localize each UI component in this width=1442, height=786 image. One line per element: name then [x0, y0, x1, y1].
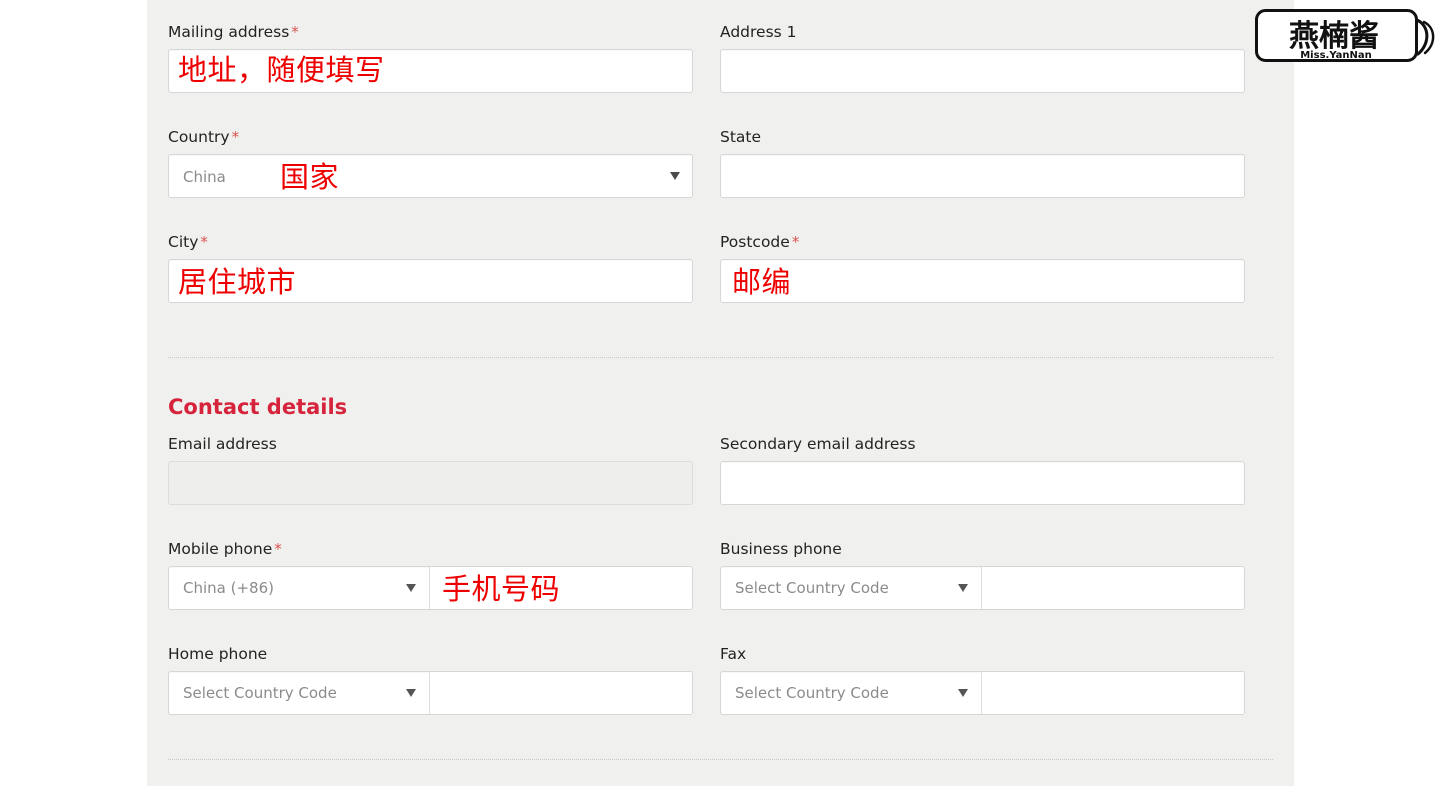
- phone-group-business: Select Country Code: [720, 566, 1245, 610]
- label-state: State: [720, 128, 762, 146]
- input-mailing-address[interactable]: [168, 49, 693, 93]
- form-content: Mailing address * 地址，随便填写 Address 1 Coun…: [168, 0, 1273, 760]
- label-text: City: [168, 233, 199, 251]
- input-business-phone-number[interactable]: [982, 567, 1244, 609]
- select-country-value: China: [183, 168, 226, 186]
- label-city: City *: [168, 232, 693, 252]
- label-text: Country: [168, 128, 230, 146]
- phone-group-mobile: China (+86): [168, 566, 693, 610]
- input-mobile-phone-number[interactable]: [430, 567, 692, 609]
- field-postcode: Postcode * 邮编: [720, 232, 1245, 303]
- section-divider-top: [168, 357, 1273, 358]
- field-secondary-email-address: Secondary email address: [720, 434, 1245, 505]
- contact-details-heading: Contact details: [168, 395, 348, 419]
- form-col-right: State: [720, 127, 1245, 210]
- required-asterisk: *: [791, 233, 800, 251]
- chevron-down-icon: [958, 689, 968, 697]
- form-col-left: Mobile phone * China (+86) 手机号码: [168, 539, 693, 622]
- input-email-address: [168, 461, 693, 505]
- label-email-address: Email address: [168, 435, 277, 453]
- input-secondary-email-address[interactable]: [720, 461, 1245, 505]
- label-postcode: Postcode *: [720, 232, 1245, 252]
- label-home-phone: Home phone: [168, 645, 268, 663]
- page-root: Mailing address * 地址，随便填写 Address 1 Coun…: [0, 0, 1442, 786]
- field-fax: Fax Select Country Code: [720, 644, 1245, 715]
- input-city[interactable]: [168, 259, 693, 303]
- select-country[interactable]: China: [168, 154, 693, 198]
- watermark-swoosh: [1415, 18, 1429, 56]
- field-email-address: Email address: [168, 434, 693, 505]
- label-address-1: Address 1: [720, 23, 797, 41]
- input-state[interactable]: [720, 154, 1245, 198]
- form-row-address: Mailing address * 地址，随便填写 Address 1: [168, 0, 1273, 105]
- label-text: Postcode: [720, 233, 790, 251]
- select-fax-country-code-value: Select Country Code: [735, 684, 889, 702]
- chevron-down-icon: [406, 689, 416, 697]
- field-state: State: [720, 127, 1245, 198]
- watermark-logo: 燕楠酱 Miss.YanNan: [1254, 4, 1438, 66]
- watermark-sub-text: Miss.YanNan: [1300, 50, 1372, 61]
- field-mobile-phone: Mobile phone * China (+86) 手机号码: [168, 539, 693, 610]
- select-mobile-country-code[interactable]: China (+86): [169, 567, 430, 609]
- chevron-down-icon: [670, 172, 680, 180]
- section-divider-bottom: [168, 759, 1273, 760]
- field-mailing-address: Mailing address * 地址，随便填写: [168, 22, 693, 93]
- input-address-1[interactable]: [720, 49, 1245, 93]
- form-col-left: Country * China 国家: [168, 127, 693, 210]
- form-col-left: Mailing address * 地址，随便填写: [168, 22, 693, 105]
- select-home-country-code-value: Select Country Code: [183, 684, 337, 702]
- label-text: Mailing address: [168, 23, 290, 41]
- label-secondary-email-address: Secondary email address: [720, 435, 916, 453]
- form-row-emails: Email address Secondary email address: [168, 434, 1273, 517]
- form-row-home-fax: Home phone Select Country Code Fax Selec…: [168, 644, 1273, 727]
- required-asterisk: *: [274, 540, 282, 558]
- select-home-country-code[interactable]: Select Country Code: [169, 672, 430, 714]
- input-postcode[interactable]: [720, 259, 1245, 303]
- label-business-phone: Business phone: [720, 540, 842, 558]
- field-business-phone: Business phone Select Country Code: [720, 539, 1245, 610]
- form-col-right: Secondary email address: [720, 434, 1245, 517]
- field-country: Country * China 国家: [168, 127, 693, 198]
- label-country: Country *: [168, 127, 693, 147]
- label-text: Mobile phone: [168, 540, 273, 558]
- form-row-city-postcode: City * 居住城市 Postcode * 邮编: [168, 232, 1273, 315]
- field-home-phone: Home phone Select Country Code: [168, 644, 693, 715]
- form-col-right: Business phone Select Country Code: [720, 539, 1245, 622]
- form-row-country-state: Country * China 国家 State: [168, 127, 1273, 210]
- form-col-right: Postcode * 邮编: [720, 232, 1245, 315]
- form-col-right: Address 1: [720, 22, 1245, 105]
- form-panel: Mailing address * 地址，随便填写 Address 1 Coun…: [147, 0, 1294, 786]
- form-col-left: City * 居住城市: [168, 232, 693, 315]
- label-mobile-phone: Mobile phone *: [168, 539, 693, 559]
- form-col-right: Fax Select Country Code: [720, 644, 1245, 727]
- chevron-down-icon: [958, 584, 968, 592]
- form-col-left: Home phone Select Country Code: [168, 644, 693, 727]
- phone-group-fax: Select Country Code: [720, 671, 1245, 715]
- field-address-1: Address 1: [720, 22, 1245, 93]
- chevron-down-icon: [406, 584, 416, 592]
- select-fax-country-code[interactable]: Select Country Code: [721, 672, 982, 714]
- field-city: City * 居住城市: [168, 232, 693, 303]
- watermark-logo-text: 燕楠酱: [1289, 19, 1379, 54]
- input-home-phone-number[interactable]: [430, 672, 692, 714]
- form-col-left: Email address: [168, 434, 693, 517]
- select-mobile-country-code-value: China (+86): [183, 579, 274, 597]
- required-asterisk: *: [291, 23, 299, 41]
- input-fax-number[interactable]: [982, 672, 1244, 714]
- select-business-country-code[interactable]: Select Country Code: [721, 567, 982, 609]
- required-asterisk: *: [200, 233, 208, 251]
- form-row-mobile-business: Mobile phone * China (+86) 手机号码 Business…: [168, 539, 1273, 622]
- label-mailing-address: Mailing address *: [168, 22, 693, 42]
- label-fax: Fax: [720, 645, 747, 663]
- watermark-svg: 燕楠酱 Miss.YanNan: [1255, 9, 1435, 62]
- required-asterisk: *: [231, 128, 240, 146]
- phone-group-home: Select Country Code: [168, 671, 693, 715]
- select-business-country-code-value: Select Country Code: [735, 579, 889, 597]
